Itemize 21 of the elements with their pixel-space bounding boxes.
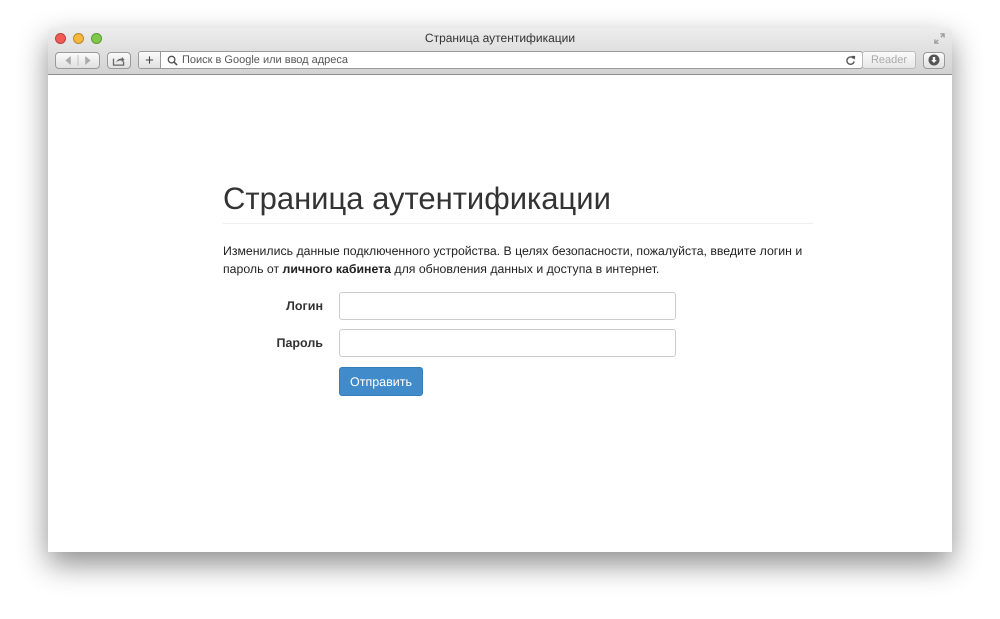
- download-icon: [928, 54, 940, 66]
- new-tab-button[interactable]: +: [139, 52, 161, 68]
- close-icon[interactable]: [55, 32, 66, 44]
- window-title: Страница аутентификации: [424, 31, 576, 45]
- field-label: Логин: [285, 299, 323, 313]
- share-icon: [112, 54, 126, 66]
- address-field[interactable]: + Поиск в Google или ввод адреса: [138, 51, 863, 69]
- fullscreen-icon[interactable]: [934, 32, 945, 44]
- search-icon: [167, 54, 178, 66]
- back-forward-button[interactable]: [55, 52, 100, 68]
- input-field[interactable]: [339, 292, 676, 320]
- reload-icon[interactable]: [845, 54, 856, 66]
- input-field[interactable]: [339, 329, 676, 357]
- field-label: Пароль: [275, 336, 323, 350]
- zoom-icon[interactable]: [91, 32, 102, 44]
- download-button[interactable]: [923, 52, 945, 68]
- page-heading: Страница аутентификации: [223, 181, 813, 224]
- minimize-icon[interactable]: [73, 32, 84, 44]
- message-text: Изменились данные подключенного устройства. В целях безопасности, пожалуйста, введите логин и пароль от личного кабинета для обновления данных и доступа в интернет.: [223, 243, 804, 278]
- share-button[interactable]: [107, 52, 131, 68]
- submit-button[interactable]: Отправить: [339, 367, 423, 396]
